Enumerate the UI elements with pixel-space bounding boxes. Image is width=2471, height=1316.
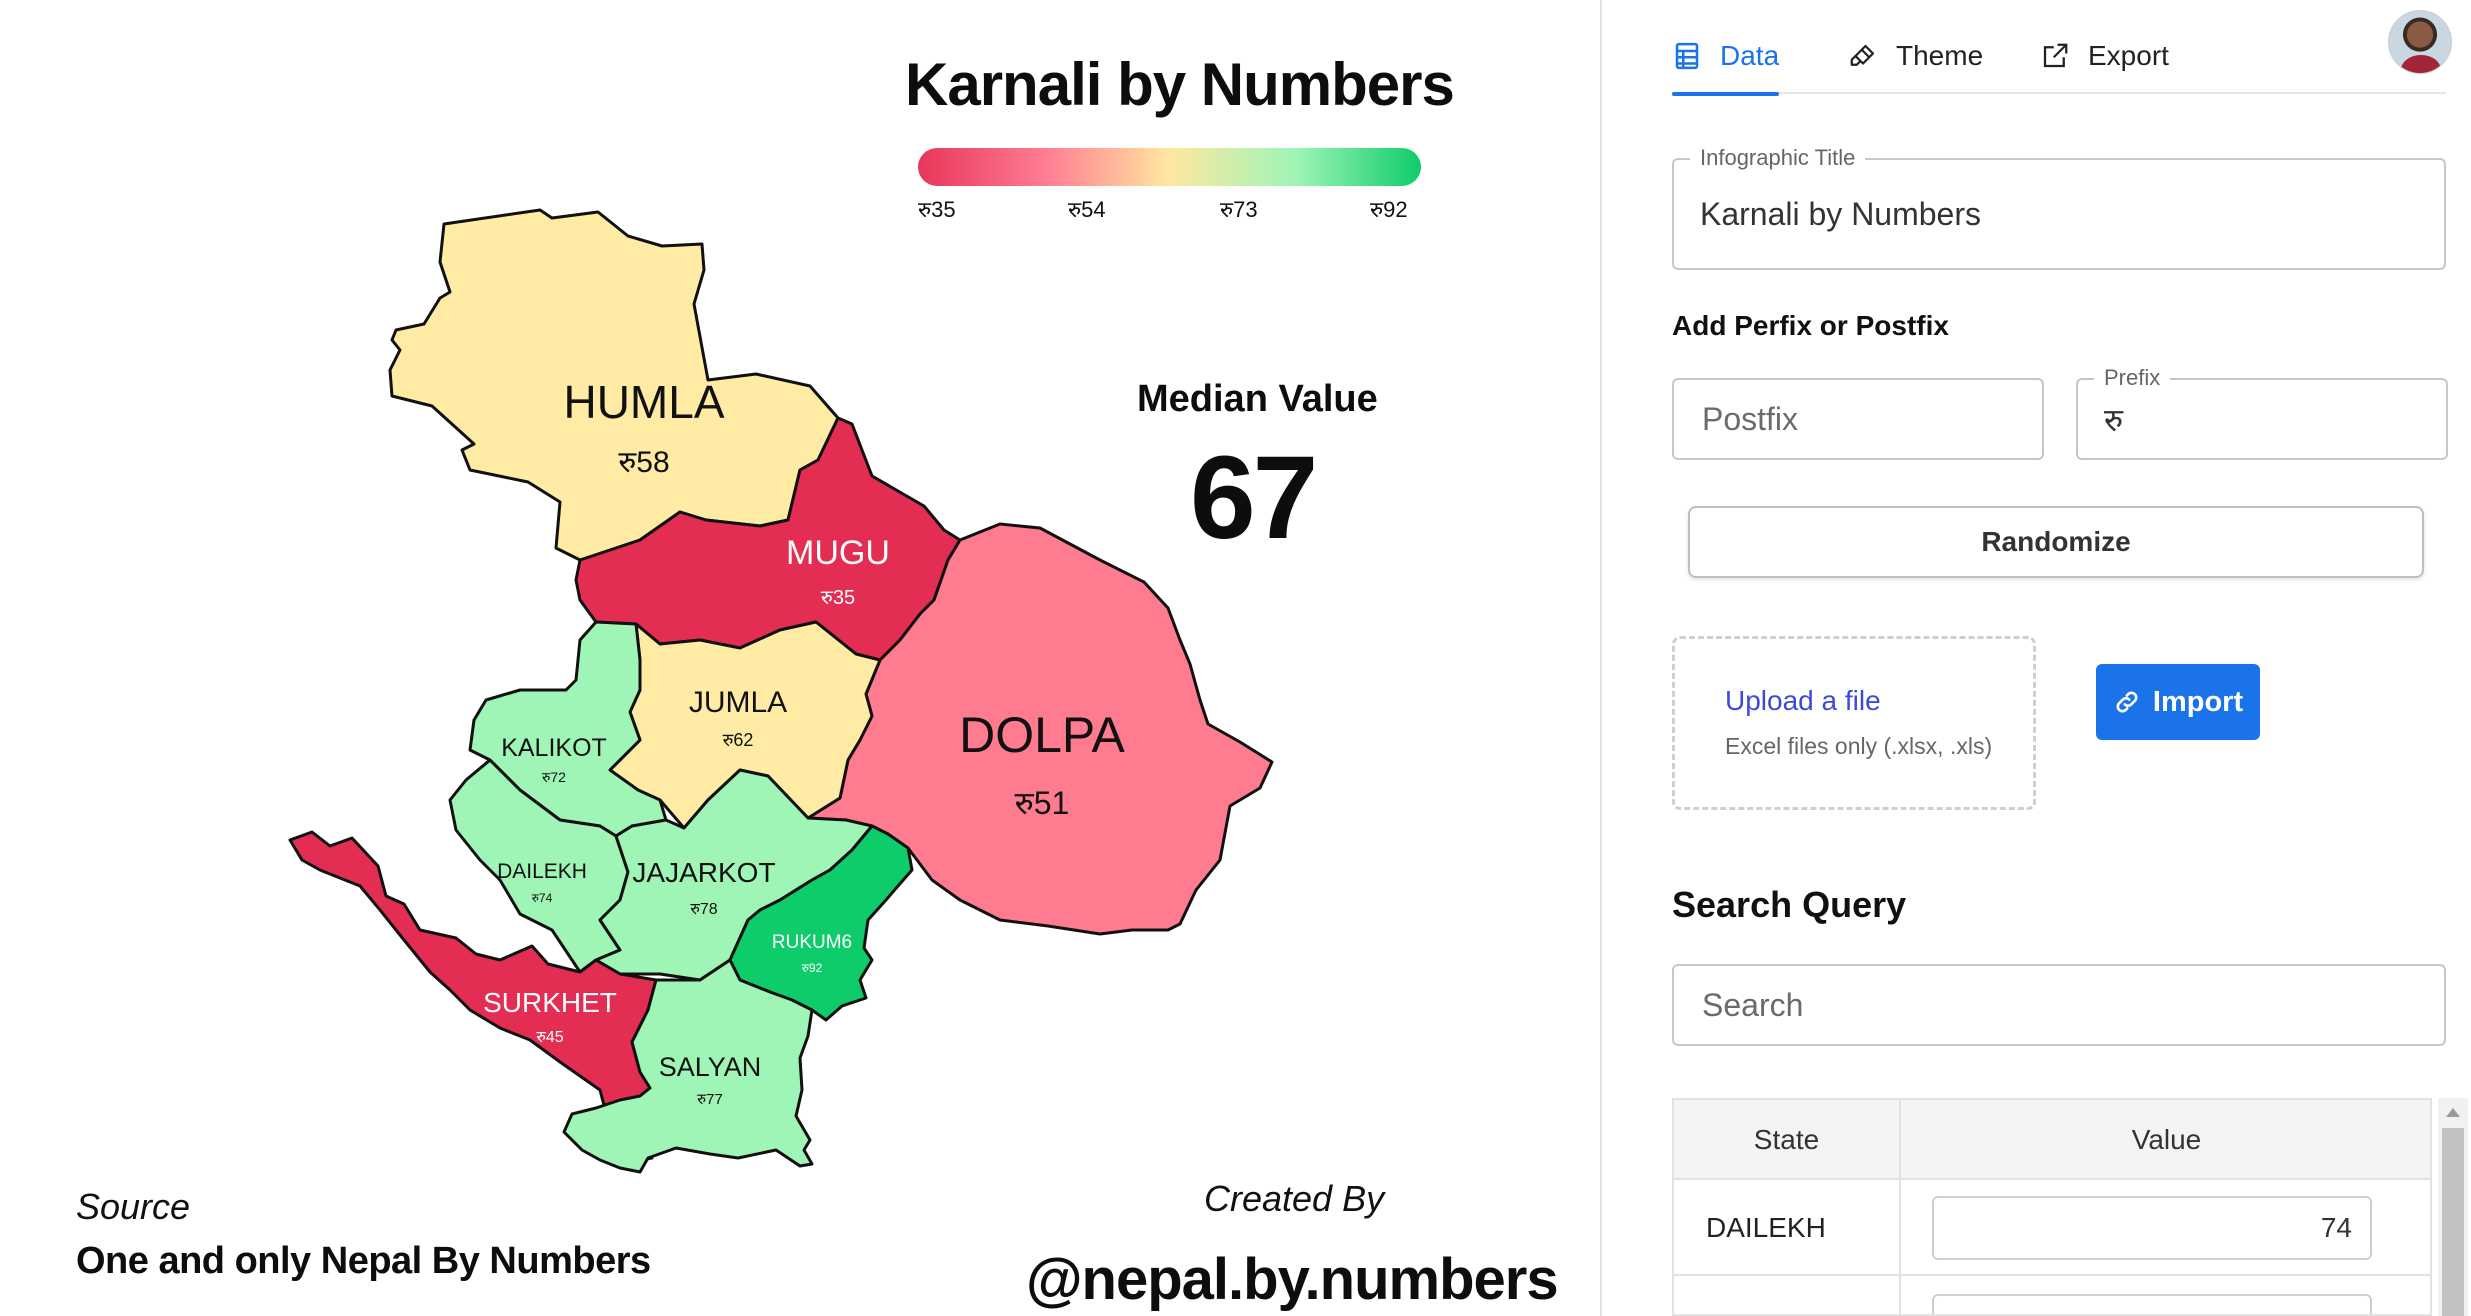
search-input[interactable] — [1674, 966, 2444, 1044]
search-field[interactable] — [1672, 964, 2446, 1046]
value-mugu: रु35 — [821, 587, 855, 609]
paint-brush-icon — [1850, 44, 1875, 66]
value-kalikot: रु72 — [542, 769, 566, 785]
infographic-title: Karnali by Numbers — [905, 51, 1455, 118]
import-button-label: Import — [2152, 685, 2244, 718]
user-avatar[interactable] — [2388, 10, 2452, 74]
value-humla: रु58 — [618, 446, 669, 479]
source-label: Source — [76, 1186, 191, 1227]
column-header-state[interactable]: State — [1674, 1100, 1899, 1180]
created-by-label: Created By — [1204, 1178, 1385, 1219]
created-by-handle: @nepal.by.numbers — [1026, 1247, 1559, 1312]
file-upload-dropzone[interactable]: Upload a file Excel files only (.xlsx, .… — [1672, 636, 2036, 810]
label-humla: HUMLA — [563, 376, 724, 428]
label-dailekh: DAILEKH — [497, 860, 587, 883]
infographic-title-value: Karnali by Numbers — [1700, 195, 1981, 232]
label-jajarkot: JAJARKOT — [632, 857, 775, 888]
tab-data[interactable]: Data — [1672, 18, 1780, 96]
data-sheet-icon — [1675, 42, 1699, 70]
median-label: Median Value — [1137, 378, 1378, 420]
value-rukum6: रु92 — [802, 961, 823, 975]
median-value: 67 — [1190, 432, 1318, 564]
label-salyan: SALYAN — [659, 1052, 762, 1082]
legend-label-max: रु92 — [1370, 197, 1408, 222]
value-salyan: रु77 — [697, 1091, 723, 1108]
column-header-value[interactable]: Value — [1901, 1100, 2430, 1180]
prefix-field[interactable]: Prefix रु — [2076, 365, 2448, 460]
prefix-value: रु — [2104, 401, 2124, 438]
postfix-input[interactable] — [1674, 380, 2042, 458]
affix-heading: Add Perfix or Postfix — [1672, 310, 1949, 341]
table-scrollbar[interactable] — [2438, 1098, 2468, 1316]
table-cell-value-field[interactable] — [1932, 1294, 2372, 1314]
value-jajarkot: रु78 — [690, 901, 717, 918]
scrollbar-thumb[interactable] — [2442, 1128, 2464, 1316]
label-rukum6: RUKUM6 — [772, 932, 852, 953]
value-dolpa: रु51 — [1015, 785, 1070, 821]
label-mugu: MUGU — [786, 534, 890, 572]
upload-file-link[interactable]: Upload a file — [1725, 685, 1881, 717]
scroll-up-arrow-icon[interactable] — [2446, 1108, 2460, 1117]
table-row — [1674, 1278, 2430, 1314]
label-kalikot: KALIKOT — [501, 734, 607, 762]
data-table: State Value DAILEKH — [1672, 1098, 2432, 1316]
value-surkhet: रु45 — [536, 1029, 563, 1046]
label-dolpa: DOLPA — [959, 707, 1125, 763]
tab-export-label: Export — [2088, 40, 2169, 71]
legend-label-3: रु73 — [1220, 197, 1258, 222]
infographic-canvas: HUMLA रु58 MUGU रु35 DOLPA रु51 JUMLA रु… — [0, 0, 1600, 1316]
control-panel: Data Theme Export Infographic Title Karn… — [1602, 0, 2471, 1316]
table-row: DAILEKH — [1674, 1180, 2430, 1276]
label-surkhet: SURKHET — [483, 987, 617, 1018]
table-cell-state: DAILEKH — [1706, 1212, 1826, 1243]
tab-export[interactable]: Export — [2040, 18, 2169, 94]
value-jumla: रु62 — [723, 730, 754, 750]
tab-data-label: Data — [1720, 40, 1780, 71]
source-text: One and only Nepal By Numbers — [76, 1240, 651, 1282]
value-dailekh: रु74 — [532, 891, 553, 905]
postfix-field[interactable] — [1672, 378, 2044, 460]
link-icon — [2116, 691, 2138, 713]
panel-tabs: Data Theme Export — [1672, 18, 2446, 96]
table-cell-value-input[interactable] — [1934, 1198, 2370, 1258]
infographic-title-field[interactable]: Infographic Title Karnali by Numbers — [1672, 145, 2446, 270]
table-header: State Value — [1674, 1100, 2430, 1180]
tab-theme[interactable]: Theme — [1848, 18, 1983, 94]
randomize-button[interactable]: Randomize — [1688, 506, 2424, 578]
label-jumla: JUMLA — [689, 686, 787, 719]
color-scale-legend — [918, 148, 1421, 186]
karnali-map: HUMLA रु58 MUGU रु35 DOLPA रु51 JUMLA रु… — [288, 208, 1274, 1174]
upload-file-hint: Excel files only (.xlsx, .xls) — [1725, 733, 1993, 759]
tab-theme-label: Theme — [1896, 40, 1984, 71]
import-button[interactable]: Import — [2096, 664, 2260, 740]
table-cell-value-field[interactable] — [1932, 1196, 2372, 1260]
legend-label-2: रु54 — [1068, 197, 1106, 222]
legend-label-min: रु35 — [918, 197, 956, 222]
search-query-heading: Search Query — [1672, 884, 1907, 925]
external-link-icon — [2043, 43, 2068, 68]
